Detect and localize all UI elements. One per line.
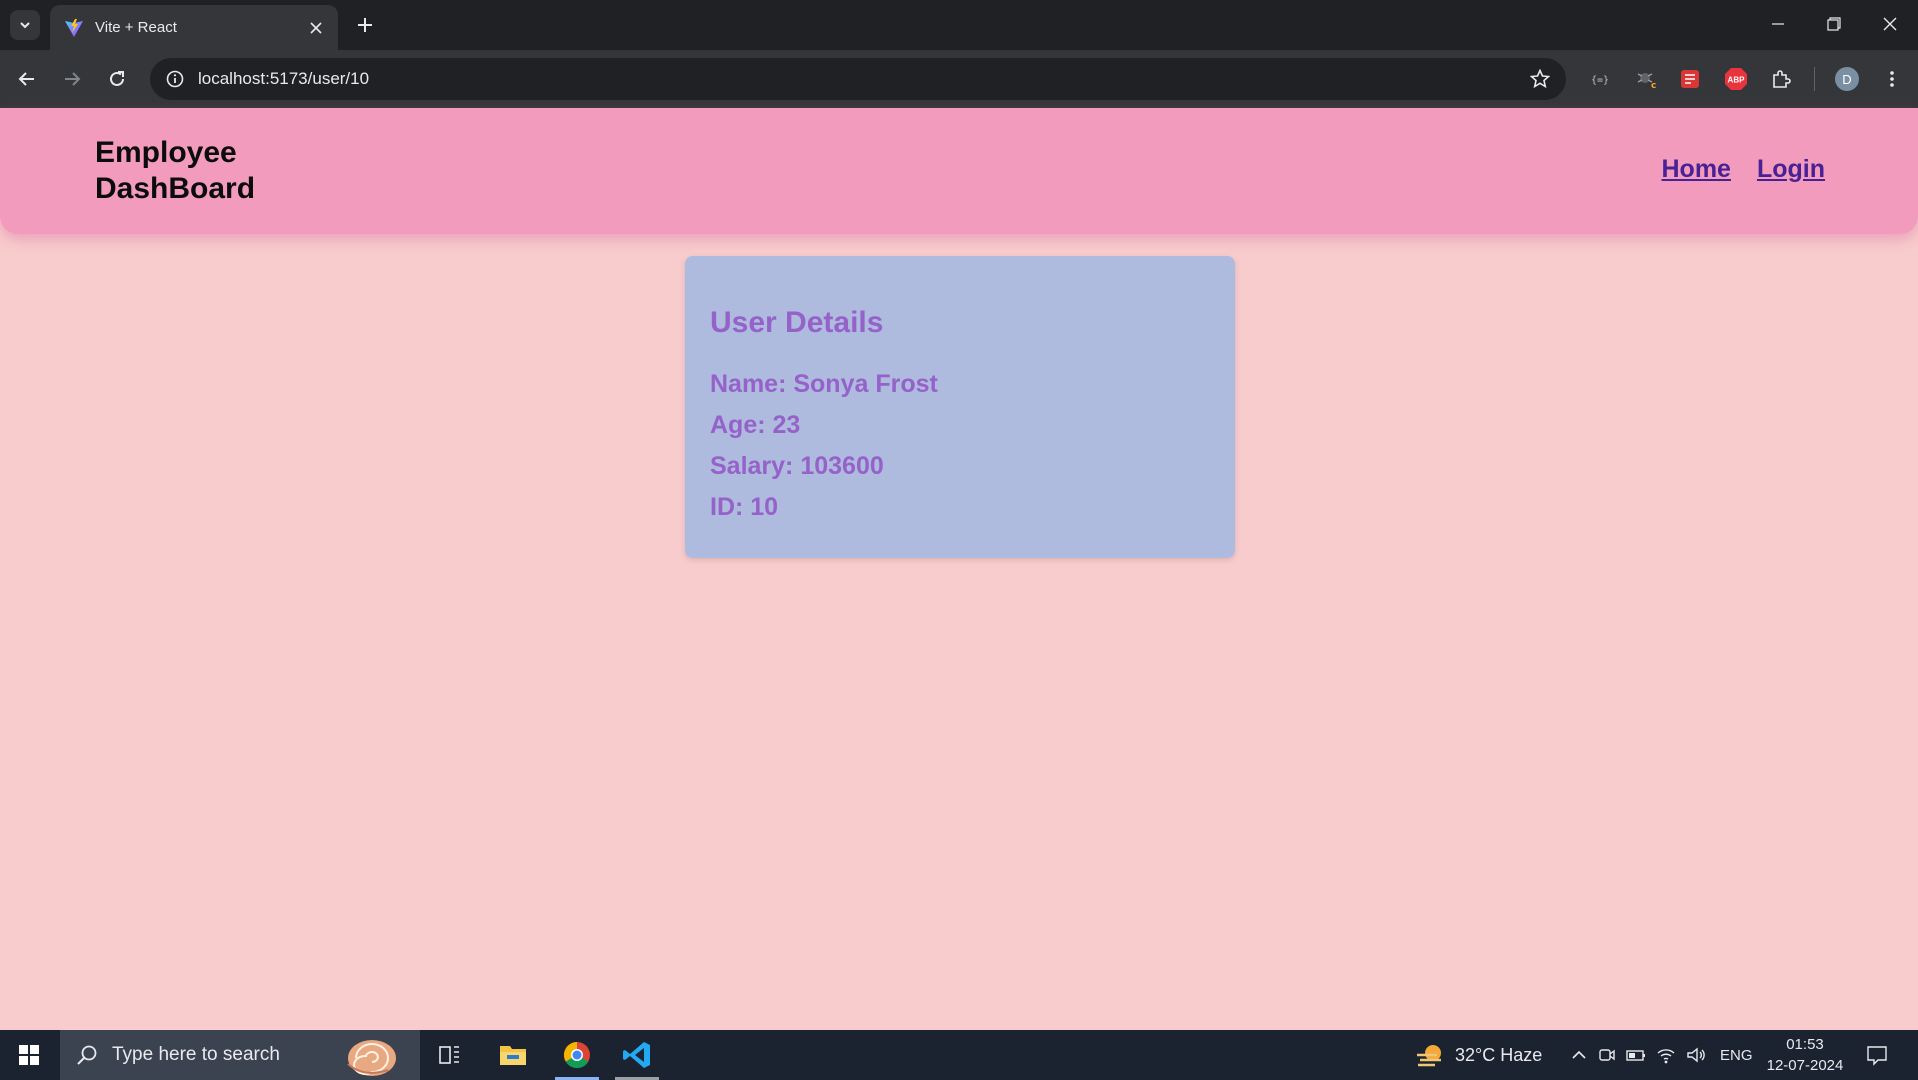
puzzle-icon[interactable]	[1765, 63, 1797, 95]
user-age: Age: 23	[710, 411, 801, 439]
bug-extension-icon[interactable]: c	[1630, 63, 1662, 95]
taskbar-search[interactable]: Type here to search	[60, 1030, 420, 1080]
close-tab-icon[interactable]	[306, 18, 326, 38]
battery-icon[interactable]	[1626, 1046, 1646, 1064]
clock[interactable]: 01:53 12-07-2024	[1760, 1034, 1850, 1076]
brand-title: Employee DashBoard	[95, 135, 295, 207]
system-tray-icons: ENG	[1570, 1030, 1753, 1080]
svg-text:{=}: {=}	[1591, 75, 1609, 86]
seashell-image-icon	[347, 1040, 396, 1076]
wifi-icon[interactable]	[1656, 1046, 1676, 1064]
clock-time: 01:53	[1786, 1036, 1824, 1053]
browser-toolbar: localhost:5173/user/10 {=} c ABP D	[0, 50, 1918, 108]
restore-icon	[1827, 17, 1841, 31]
notifications-button[interactable]	[1866, 1030, 1888, 1080]
chevron-down-icon	[20, 22, 30, 29]
brand-line-2: DashBoard	[95, 172, 256, 205]
minimize-button[interactable]	[1758, 8, 1798, 40]
brand-line-1: Employee	[95, 136, 237, 169]
arrow-right-icon	[65, 72, 81, 86]
browser-tab-bar: Vite + React	[0, 0, 1918, 50]
reload-icon	[110, 71, 124, 86]
card-title: User Details	[710, 306, 884, 339]
user-name: Name: Sonya Frost	[710, 370, 938, 398]
user-id: ID: 10	[710, 493, 779, 521]
file-explorer-button[interactable]	[483, 1030, 543, 1080]
chrome-taskbar-button[interactable]	[547, 1030, 607, 1080]
address-bar[interactable]: localhost:5173/user/10	[150, 58, 1566, 100]
browser-tab[interactable]: Vite + React	[50, 5, 338, 50]
svg-text:D: D	[1842, 72, 1851, 87]
nav-link-login[interactable]: Login	[1757, 155, 1825, 184]
adblock-plus-icon[interactable]: ABP	[1720, 63, 1752, 95]
language-indicator[interactable]: ENG	[1720, 1047, 1753, 1064]
site-header: Employee DashBoard Home Login	[0, 108, 1918, 234]
user-salary: Salary: 103600	[710, 452, 884, 480]
windows-taskbar: Type here to search 32°C Haze ENG 01:53 …	[0, 1030, 1918, 1080]
weather-haze-icon	[1417, 1045, 1441, 1067]
vscode-icon	[623, 1042, 650, 1068]
start-button[interactable]	[0, 1030, 58, 1080]
svg-text:c: c	[1651, 81, 1656, 90]
new-tab-button[interactable]	[350, 10, 380, 40]
main-nav: Home Login	[1662, 155, 1826, 184]
toolbar-divider	[1814, 67, 1815, 91]
folder-icon	[500, 1046, 526, 1065]
url-text[interactable]: localhost:5173/user/10	[198, 69, 1522, 89]
meet-now-icon[interactable]	[1598, 1046, 1616, 1064]
minimize-icon	[1772, 23, 1784, 25]
weather-text: 32°C Haze	[1455, 1044, 1543, 1065]
json-extension-icon[interactable]: {=}	[1584, 63, 1616, 95]
search-placeholder: Type here to search	[112, 1044, 280, 1065]
bookmark-star-icon[interactable]	[1522, 61, 1558, 97]
clock-date: 12-07-2024	[1766, 1057, 1844, 1074]
svg-text:ABP: ABP	[1728, 76, 1746, 85]
forward-button[interactable]	[54, 61, 90, 97]
restore-button[interactable]	[1814, 8, 1854, 40]
tab-search-button[interactable]	[10, 10, 40, 40]
task-view-icon	[439, 1046, 459, 1064]
chevron-up-icon[interactable]	[1570, 1046, 1588, 1064]
profile-avatar[interactable]: D	[1831, 63, 1863, 95]
vscode-taskbar-button[interactable]	[607, 1030, 667, 1080]
chrome-icon	[563, 1041, 590, 1069]
close-window-button[interactable]	[1870, 8, 1910, 40]
windows-logo-icon	[19, 1045, 39, 1065]
more-menu-icon[interactable]	[1876, 63, 1908, 95]
plus-icon	[358, 18, 372, 32]
task-view-button[interactable]	[420, 1030, 480, 1080]
vite-logo-icon	[65, 18, 83, 37]
volume-icon[interactable]	[1686, 1046, 1706, 1064]
back-button[interactable]	[9, 61, 45, 97]
red-extension-icon[interactable]	[1674, 63, 1706, 95]
page-viewport: Employee DashBoard Home Login User Detai…	[0, 108, 1918, 1030]
nav-link-home[interactable]: Home	[1662, 155, 1731, 184]
reload-button[interactable]	[99, 61, 135, 97]
site-info-icon[interactable]	[164, 68, 186, 90]
arrow-left-icon	[18, 72, 34, 86]
user-details-card: User Details Name: Sonya Frost Age: 23 S…	[685, 256, 1235, 558]
search-icon	[77, 1045, 97, 1065]
close-icon	[1883, 17, 1897, 31]
notification-icon	[1867, 1046, 1887, 1066]
weather-widget[interactable]: 32°C Haze	[1415, 1030, 1542, 1080]
tab-title: Vite + React	[95, 19, 177, 36]
